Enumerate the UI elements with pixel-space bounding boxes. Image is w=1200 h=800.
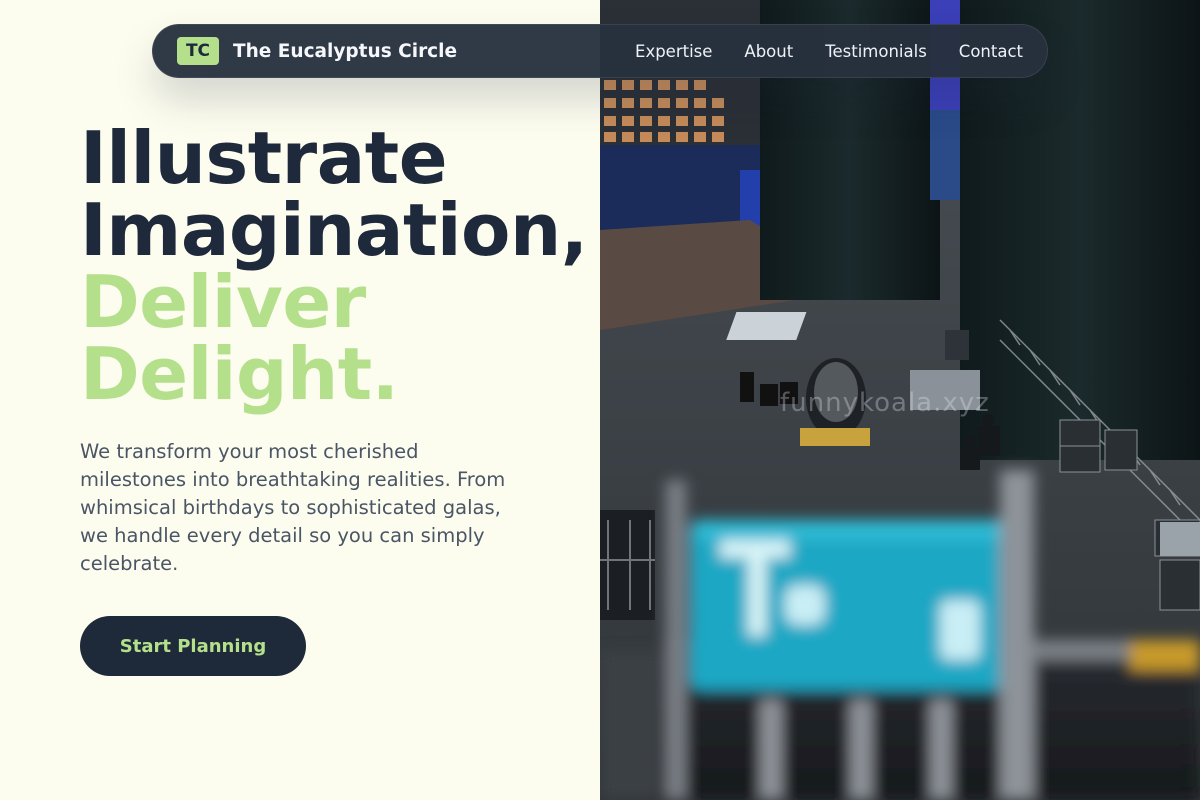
hero-headline: Illustrate Imagination, Deliver Delight. <box>80 122 620 410</box>
start-planning-button[interactable]: Start Planning <box>80 616 306 676</box>
photo-watermark: funnykoala.xyz <box>780 388 990 418</box>
headline-line-4: Delight. <box>80 332 399 416</box>
logo-badge: TC <box>177 37 219 65</box>
top-navigation: TC The Eucalyptus Circle Expertise About… <box>152 24 1048 78</box>
nav-links: Expertise About Testimonials Contact <box>603 42 1023 61</box>
nav-link-about[interactable]: About <box>744 42 793 61</box>
nav-link-expertise[interactable]: Expertise <box>635 42 712 61</box>
headline-line-3: Deliver <box>80 260 366 344</box>
brand[interactable]: TC The Eucalyptus Circle <box>177 37 457 65</box>
hero-photo: funnykoala.xyz <box>600 0 1200 800</box>
brand-name: The Eucalyptus Circle <box>233 40 458 62</box>
nav-link-testimonials[interactable]: Testimonials <box>825 42 927 61</box>
hero-section: Illustrate Imagination, Deliver Delight.… <box>80 122 620 578</box>
headline-line-1: Illustrate <box>80 116 448 200</box>
hero-description: We transform your most cherished milesto… <box>80 440 506 575</box>
nav-link-contact[interactable]: Contact <box>959 42 1023 61</box>
headline-line-2: Imagination, <box>80 188 588 272</box>
